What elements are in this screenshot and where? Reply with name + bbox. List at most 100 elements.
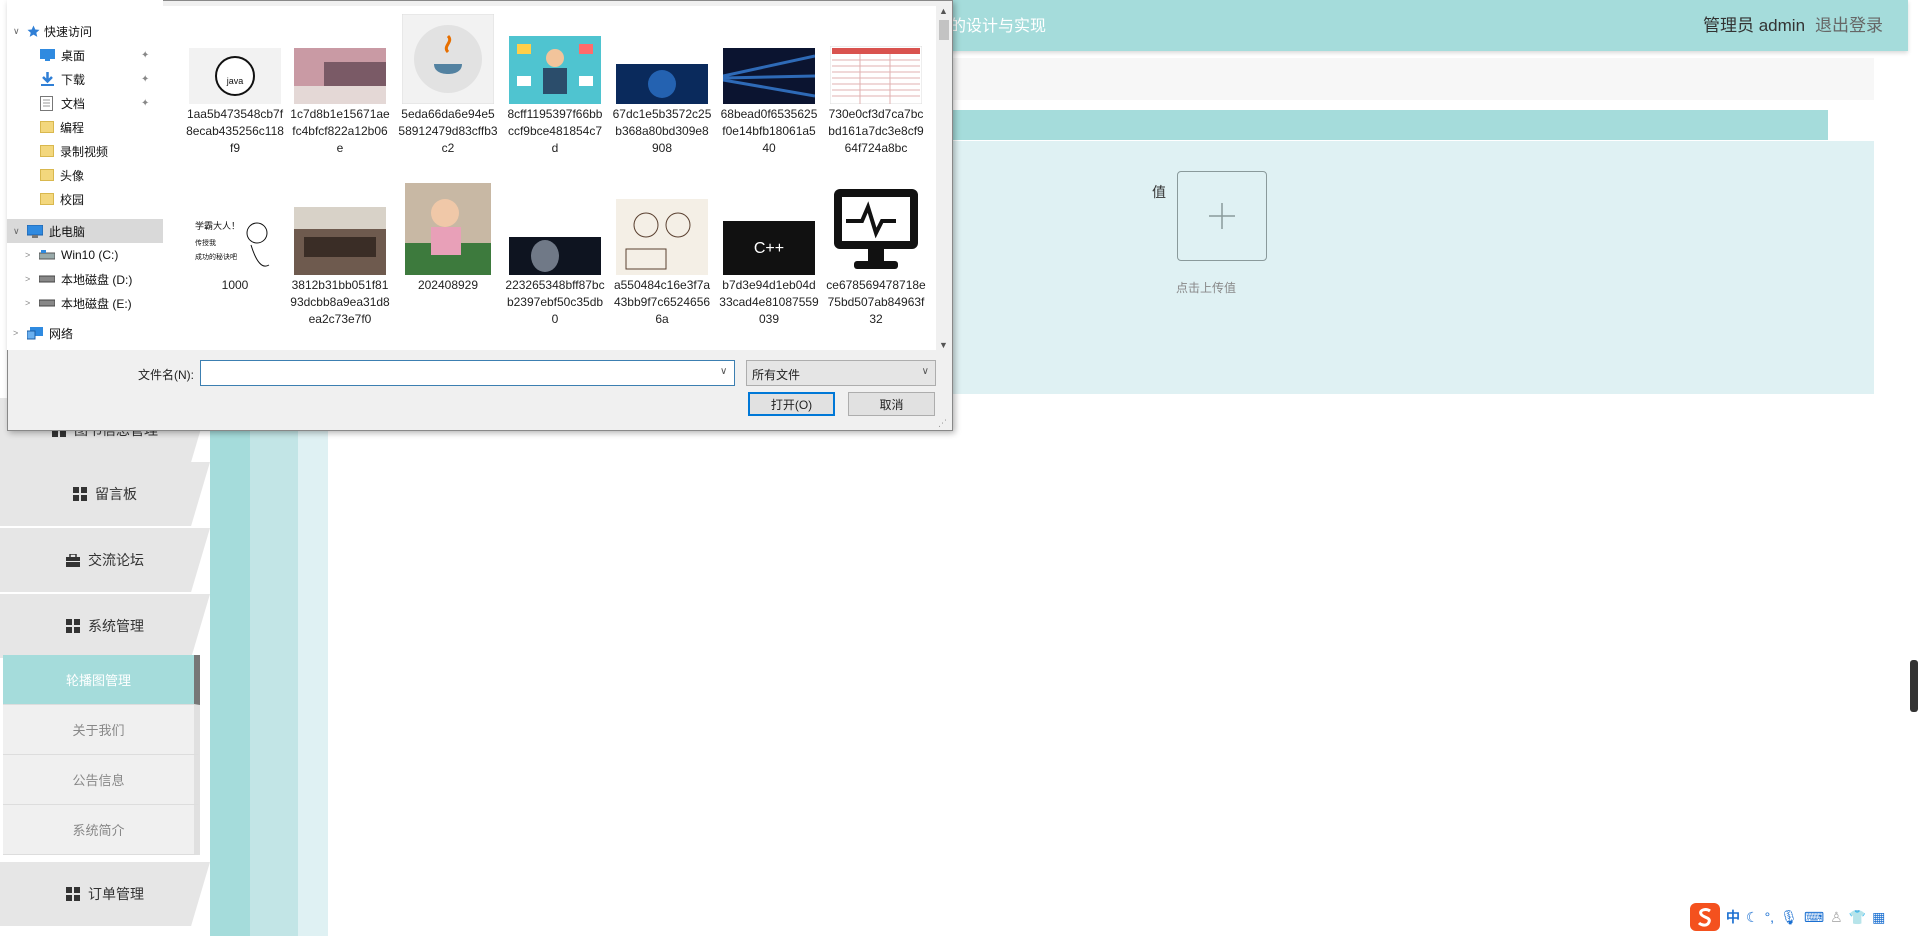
plus-icon — [1209, 203, 1235, 229]
thumb-text-java: java — [226, 76, 244, 86]
current-user: 管理员 admin — [1703, 16, 1806, 35]
page: 的设计与实现 管理员 admin 退出登录 图书信息管理 留言板 交流论坛 系统… — [0, 0, 1918, 936]
file-tile[interactable]: java 1aa5b473548cb7f8ecab435256c118f9 — [185, 14, 285, 157]
nav-quick-access[interactable]: ∨ 快速访问 — [7, 19, 163, 43]
network-icon — [27, 326, 43, 339]
moon-icon[interactable]: ☾ — [1746, 909, 1759, 926]
thumb-text-line1: 学霸大人！ — [195, 220, 240, 231]
sidebar-item-label: 留言板 — [95, 486, 137, 502]
nav-folder[interactable]: 编程 — [7, 115, 163, 139]
file-tile[interactable]: ce678569478718e75bd507ab84963f32 — [826, 183, 926, 328]
logout-link[interactable]: 退出登录 — [1815, 11, 1883, 36]
file-tile[interactable]: 68bead0f6535625f0e14bfb18061a540 — [719, 14, 819, 157]
file-tile[interactable]: 730e0cf3d7ca7bcbd161a7dc3e8cf964f724a8bc — [826, 14, 926, 157]
file-name: b7d3e94d1eb04d33cad4e81087559039 — [719, 278, 819, 326]
file-name: 1c7d8b1e15671aefc4bfcf822a12b06e — [290, 107, 390, 155]
sidebar-item-label: 订单管理 — [88, 886, 144, 902]
file-name: 68bead0f6535625f0e14bfb18061a540 — [720, 107, 818, 155]
pin-icon: ✦ — [141, 49, 150, 61]
scroll-down-icon[interactable]: ▼ — [939, 340, 948, 350]
thumb-text-cpp: C++ — [754, 240, 784, 257]
sidebar-item-label: 交流论坛 — [88, 552, 144, 568]
file-name: 8cff1195397f66bbccf9bce481854c7d — [507, 107, 603, 155]
user-icon[interactable]: ♙ — [1830, 909, 1843, 926]
file-tile[interactable]: a550484c16e3f7a43bb9f7c65246566a — [612, 183, 712, 328]
ai-face-thumbnail — [509, 237, 601, 275]
scroll-up-icon[interactable]: ▲ — [939, 6, 948, 16]
pin-icon: ✦ — [141, 97, 150, 109]
cancel-button[interactable]: 取消 — [848, 392, 935, 416]
system-tray: 中 ☾ °, 🎙 ⌨ ♙ 👕 ▦ — [1690, 898, 1918, 936]
resize-grip-icon[interactable]: ⋰ — [938, 418, 947, 429]
sogou-icon[interactable] — [1690, 903, 1720, 931]
nav-network[interactable]: > 网络 — [7, 321, 163, 345]
sidebar-item-system[interactable]: 系统管理 — [0, 594, 210, 658]
submenu-about[interactable]: 关于我们 — [3, 705, 200, 755]
file-name: 1aa5b473548cb7f8ecab435256c118f9 — [186, 107, 284, 155]
nav-downloads[interactable]: 下载 ✦ — [7, 67, 163, 91]
form-panel — [890, 141, 1874, 394]
grid-icon — [73, 487, 87, 501]
file-tile[interactable]: 202408929 — [398, 183, 498, 294]
computer-icon — [27, 224, 43, 238]
baby-thumbnail — [405, 183, 491, 275]
java-logo-thumbnail — [401, 13, 495, 105]
file-tile[interactable]: 5eda66da6e94e558912479d83cffb3c2 — [398, 13, 498, 157]
submenu-notice[interactable]: 公告信息 — [3, 755, 200, 805]
briefcase-icon — [66, 553, 80, 567]
file-name: a550484c16e3f7a43bb9f7c65246566a — [613, 278, 711, 326]
file-list-scrollbar[interactable]: ▲ ▼ — [936, 6, 952, 350]
filename-input[interactable] — [200, 360, 735, 386]
file-tile[interactable]: 223265348bff87bcb2397ebf50c35db0 — [505, 183, 605, 328]
file-tile[interactable]: 3812b31bb051f8193dcbb8a9ea31d8ea2c73e7f0 — [290, 183, 390, 328]
thumb-text-line2: 传授我 — [195, 238, 216, 247]
star-icon — [27, 25, 40, 37]
file-tile[interactable]: 1c7d8b1e15671aefc4bfcf822a12b06e — [290, 14, 390, 157]
punctuation-icon[interactable]: °, — [1765, 909, 1775, 925]
nav-folder[interactable]: 录制视频 — [7, 139, 163, 163]
file-tile[interactable]: 8cff1195397f66bbccf9bce481854c7d — [505, 14, 605, 157]
nav-drive-c[interactable]: > Win10 (C:) — [7, 243, 163, 267]
microphone-icon[interactable]: 🎙 — [1780, 909, 1798, 926]
nav-desktop[interactable]: 桌面 ✦ — [7, 43, 163, 67]
desktop-icon — [40, 49, 55, 61]
shirt-icon[interactable]: 👕 — [1849, 909, 1866, 926]
sidebar-item-messages[interactable]: 留言板 — [0, 462, 210, 526]
sidebar-item-orders[interactable]: 订单管理 — [0, 862, 210, 926]
pin-icon: ✦ — [141, 73, 150, 85]
cartoon-thumbnail: 学霸大人！ 传授我成功的秘诀吧 — [189, 213, 281, 275]
drive-icon — [39, 275, 55, 283]
sketch-thumbnail — [616, 199, 708, 275]
ime-mode[interactable]: 中 — [1726, 907, 1740, 927]
file-tile[interactable]: C++ b7d3e94d1eb04d33cad4e81087559039 — [719, 183, 819, 328]
apps-icon[interactable]: ▦ — [1872, 909, 1885, 926]
scroll-thumb[interactable] — [939, 20, 949, 40]
upload-button[interactable] — [1177, 171, 1267, 261]
page-scrollbar[interactable] — [1910, 660, 1918, 712]
file-name: 5eda66da6e94e558912479d83cffb3c2 — [398, 107, 498, 155]
nav-folder[interactable]: 头像 — [7, 163, 163, 187]
folder-icon — [40, 145, 54, 157]
thumb-text-line3: 成功的秘诀吧 — [195, 252, 237, 261]
nav-drive-e[interactable]: > 本地磁盘 (E:) — [7, 291, 163, 315]
submenu-intro[interactable]: 系统简介 — [3, 805, 200, 855]
file-name: 1000 — [221, 278, 249, 292]
multitask-thumbnail — [509, 36, 601, 104]
drive-icon — [39, 250, 55, 260]
file-tile[interactable]: 学霸大人！ 传授我成功的秘诀吧 1000 — [185, 183, 285, 294]
filetype-select[interactable]: 所有文件 ∨ — [746, 360, 936, 386]
cpp-thumbnail: C++ — [723, 221, 815, 275]
open-button[interactable]: 打开(O) — [748, 392, 835, 416]
ai-brain-thumbnail — [616, 64, 708, 104]
keyboard-icon[interactable]: ⌨ — [1804, 909, 1824, 926]
submenu-carousel[interactable]: 轮播图管理 — [3, 655, 200, 705]
chevron-down-icon[interactable]: ∨ — [720, 366, 727, 377]
data-stream-thumbnail — [723, 48, 815, 104]
file-tile[interactable]: 67dc1e5b3572c25b368a80bd309e8908 — [612, 14, 712, 157]
nav-this-pc[interactable]: ∨ 此电脑 — [7, 219, 163, 243]
nav-drive-d[interactable]: > 本地磁盘 (D:) — [7, 267, 163, 291]
nav-documents[interactable]: 文档 ✦ — [7, 91, 163, 115]
nav-folder[interactable]: 校园 — [7, 187, 163, 211]
sidebar-item-forum[interactable]: 交流论坛 — [0, 528, 210, 592]
monitor-thumbnail — [830, 183, 922, 275]
